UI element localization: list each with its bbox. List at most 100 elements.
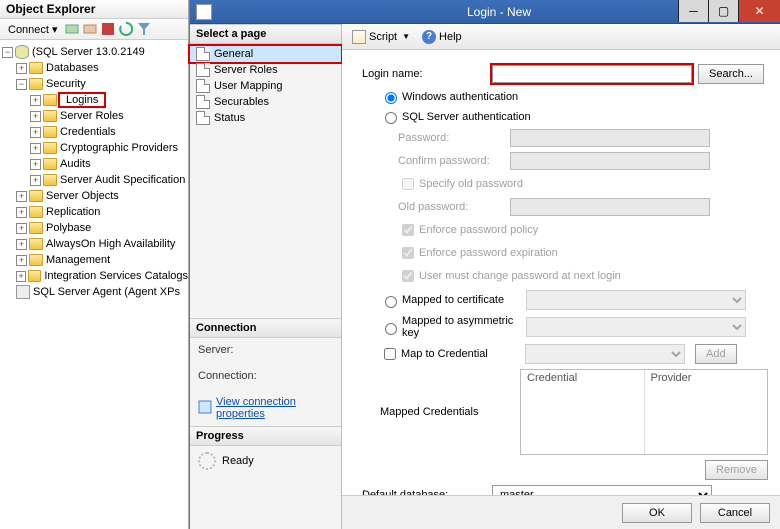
connection-label: Connection: <box>198 370 333 382</box>
progress-label: Ready <box>222 455 254 467</box>
map-cred-select <box>525 344 685 364</box>
expander-icon[interactable]: + <box>16 207 27 218</box>
help-icon: ? <box>422 30 436 44</box>
login-new-dialog: Login - New ─ ▢ ✕ Select a page General … <box>189 0 780 529</box>
page-server-roles[interactable]: Server Roles <box>190 62 341 78</box>
stop-icon[interactable] <box>100 21 116 37</box>
map-cred-checkbox[interactable] <box>384 348 396 360</box>
expander-icon[interactable]: + <box>30 95 41 106</box>
tree-label: Integration Services Catalogs <box>44 270 188 282</box>
provider-column-header: Provider <box>645 370 768 454</box>
map-cert-label: Mapped to certificate <box>402 294 526 306</box>
tree-label: Security <box>46 78 86 90</box>
tree-alwayson[interactable]: + AlwaysOn High Availability <box>2 236 188 252</box>
sql-auth-radio[interactable] <box>385 112 397 124</box>
expander-icon[interactable]: + <box>30 175 41 186</box>
minimize-button[interactable]: ─ <box>678 0 708 22</box>
add-credential-button: Add <box>695 344 737 364</box>
object-explorer-title: Object Explorer <box>0 0 188 19</box>
expander-icon[interactable]: − <box>16 79 27 90</box>
expander-icon[interactable]: + <box>16 223 27 234</box>
tree-agent[interactable]: SQL Server Agent (Agent XPs <box>2 284 188 300</box>
tree-replication[interactable]: +Replication <box>2 204 188 220</box>
expander-icon[interactable]: + <box>30 111 41 122</box>
view-connection-properties-link[interactable]: View connection properties <box>216 396 333 420</box>
folder-icon <box>43 174 57 186</box>
expander-icon[interactable]: + <box>16 239 27 250</box>
page-general[interactable]: General <box>190 46 341 62</box>
tree-audits[interactable]: +Audits <box>2 156 188 172</box>
expander-icon[interactable]: + <box>16 271 26 282</box>
tree-security[interactable]: − Security <box>2 76 188 92</box>
tree-label: Cryptographic Providers <box>60 142 178 154</box>
expander-icon[interactable]: + <box>30 159 41 170</box>
expander-icon[interactable]: + <box>16 63 27 74</box>
map-asym-label: Mapped to asymmetric key <box>402 315 526 339</box>
page-label: Server Roles <box>214 64 278 76</box>
tree-credentials[interactable]: +Credentials <box>2 124 188 140</box>
script-button[interactable]: Script▼ <box>348 28 414 46</box>
search-button[interactable]: Search... <box>698 64 764 84</box>
page-icon <box>196 63 210 77</box>
tree-polybase[interactable]: +Polybase <box>2 220 188 236</box>
default-db-select[interactable]: master <box>492 485 712 495</box>
map-asym-radio[interactable] <box>385 323 397 335</box>
tree-label: Server Objects <box>46 190 119 202</box>
page-icon <box>196 111 210 125</box>
expander-icon[interactable]: + <box>16 255 27 266</box>
tree-root-label: (SQL Server 13.0.2149 <box>32 46 145 58</box>
expander-icon[interactable]: + <box>30 143 41 154</box>
folder-icon <box>29 222 43 234</box>
object-explorer-tree: − (SQL Server 13.0.2149 + Databases − Secur… <box>0 40 188 304</box>
object-explorer-panel: Object Explorer Connect ▾ − (SQL Server 1… <box>0 0 189 529</box>
tree-label: Databases <box>46 62 99 74</box>
filter-icon[interactable] <box>136 21 152 37</box>
tree-label: AlwaysOn High Availability <box>46 238 175 250</box>
windows-auth-radio[interactable] <box>385 92 397 104</box>
disconnect-icon[interactable] <box>82 21 98 37</box>
close-button[interactable]: ✕ <box>738 0 780 22</box>
tree-isc[interactable]: + Integration Services Catalogs <box>2 268 188 284</box>
folder-icon <box>29 254 43 266</box>
folder-icon <box>29 206 43 218</box>
tree-logins[interactable]: + Logins <box>2 92 188 108</box>
tree-server-roles[interactable]: +Server Roles <box>2 108 188 124</box>
cancel-button[interactable]: Cancel <box>700 503 770 523</box>
dialog-footer: OK Cancel <box>342 495 780 529</box>
tree-management[interactable]: +Management <box>2 252 188 268</box>
login-name-input[interactable] <box>492 65 692 83</box>
dialog-toolbar: Script▼ ?Help <box>342 24 780 50</box>
enforce-policy-label: Enforce password policy <box>419 224 538 236</box>
expander-icon[interactable]: − <box>2 47 13 58</box>
confirm-password-input <box>510 152 710 170</box>
expander-icon[interactable]: + <box>16 191 27 202</box>
tree-label-logins: Logins <box>60 94 104 106</box>
map-cert-radio[interactable] <box>385 296 397 308</box>
tree-server-objects[interactable]: + Server Objects <box>2 188 188 204</box>
page-securables[interactable]: Securables <box>190 94 341 110</box>
page-status[interactable]: Status <box>190 110 341 126</box>
tree-crypto-providers[interactable]: + Cryptographic Providers <box>2 140 188 156</box>
dialog-icon <box>196 4 212 20</box>
refresh-icon[interactable] <box>118 21 134 37</box>
folder-icon <box>28 270 41 282</box>
credential-column-header: Credential <box>521 370 645 454</box>
help-button[interactable]: ?Help <box>418 28 466 46</box>
page-icon <box>196 95 210 109</box>
tree-server-audit-spec[interactable]: +Server Audit Specification <box>2 172 188 188</box>
folder-icon <box>43 94 57 106</box>
map-cert-select <box>526 290 746 310</box>
expander-icon[interactable]: + <box>30 127 41 138</box>
connection-header: Connection <box>190 318 341 338</box>
connect-server-icon[interactable] <box>64 21 80 37</box>
tree-databases[interactable]: + Databases <box>2 60 188 76</box>
connect-button[interactable]: Connect ▾ <box>4 23 62 36</box>
page-user-mapping[interactable]: User Mapping <box>190 78 341 94</box>
maximize-button[interactable]: ▢ <box>708 0 738 22</box>
ok-button[interactable]: OK <box>622 503 692 523</box>
properties-icon <box>198 400 212 417</box>
connection-block: Server: Connection: View connection prop… <box>190 338 341 426</box>
map-asym-select <box>526 317 746 337</box>
tree-root[interactable]: − (SQL Server 13.0.2149 <box>2 44 188 60</box>
folder-icon <box>43 158 57 170</box>
